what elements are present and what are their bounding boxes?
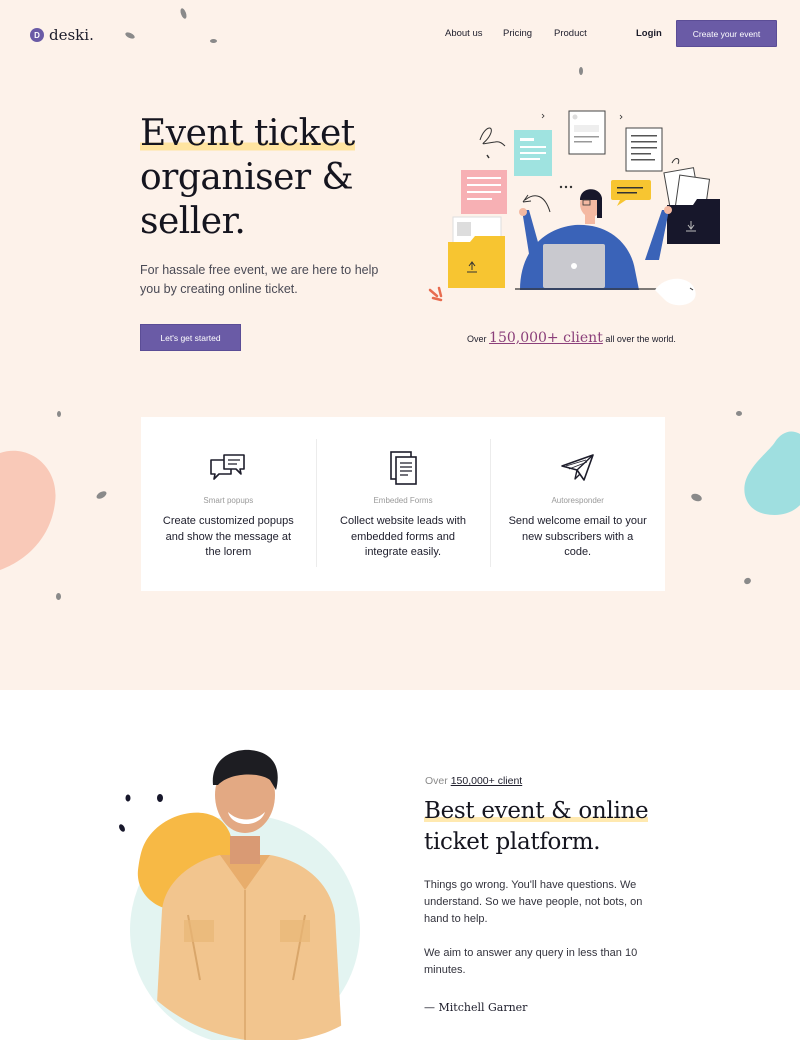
- client-count: 150,000+ client: [489, 330, 603, 346]
- feature-label: Smart popups: [203, 496, 254, 505]
- decor-speck: [579, 67, 583, 75]
- feature-label: Autoresponder: [551, 496, 604, 505]
- logo-mark-icon: D: [30, 28, 44, 42]
- decor-speck: [210, 39, 217, 43]
- documents-icon: [316, 450, 491, 486]
- get-started-button[interactable]: Let's get started: [140, 324, 241, 351]
- paper-plane-icon: [490, 450, 665, 486]
- nav-link-about-label[interactable]: About us: [445, 28, 483, 39]
- nav-link-product[interactable]: Product: [554, 28, 587, 39]
- decor-blob-teal: [744, 431, 800, 515]
- over-client-line: Over 150,000+ client: [425, 775, 522, 787]
- chat-bubbles-icon: [141, 450, 316, 486]
- testimonial-title-line1: Best event & online: [424, 798, 649, 824]
- decor-speck: [56, 593, 61, 600]
- hero-wave-edge: [0, 630, 800, 672]
- client-count-line: Over 150,000+ client all over the world.: [467, 330, 676, 346]
- login-button[interactable]: Login: [636, 28, 662, 39]
- feature-description: Collect website leads with embedded form…: [340, 515, 466, 558]
- hero-title: Event ticket organiser & seller.: [140, 112, 420, 244]
- feature-embeded-forms: Embeded Forms Collect website leads with…: [315, 417, 491, 591]
- hero-title-line2: organiser &: [140, 157, 354, 198]
- feature-autoresponder: Autoresponder Send welcome email to your…: [490, 417, 665, 591]
- testimonial-title-line2: ticket platform.: [424, 829, 601, 855]
- hero-title-line1: Event ticket: [140, 113, 355, 154]
- feature-smart-popups: Smart popups Create customized popups an…: [141, 417, 316, 591]
- logo-text: deski.: [49, 26, 94, 44]
- feature-description: Send welcome email to your new subscribe…: [508, 515, 647, 558]
- nav-link-pricing[interactable]: Pricing: [503, 28, 532, 39]
- create-event-button[interactable]: Create your event: [676, 20, 777, 47]
- testimonial-title: Best event & online ticket platform.: [424, 796, 684, 858]
- nav-link-product-label[interactable]: Product: [554, 28, 587, 39]
- feature-description: Create customized popups and show the me…: [162, 515, 294, 558]
- over-client-count-link[interactable]: 150,000+ client: [451, 775, 523, 787]
- over-prefix: Over: [425, 775, 448, 787]
- hero-illustration: [428, 110, 720, 306]
- testimonial-paragraph-1: Things go wrong. You'll have questions. …: [424, 879, 643, 925]
- decor-blob-pink: [0, 450, 56, 570]
- decor-speck: [57, 411, 61, 417]
- testimonial-photo: [119, 749, 360, 1040]
- features-card: Smart popups Create customized popups an…: [141, 417, 665, 591]
- client-suffix: all over the world.: [605, 334, 676, 344]
- decor-speck: [736, 411, 742, 416]
- feature-label: Embeded Forms: [373, 496, 433, 505]
- client-prefix: Over: [467, 334, 487, 344]
- logo[interactable]: D deski.: [30, 26, 94, 44]
- hero-subtitle: For hassale free event, we are here to h…: [140, 263, 379, 296]
- testimonial-paragraph-2: We aim to answer any query in less than …: [424, 947, 638, 976]
- nav-link-pricing-label[interactable]: Pricing: [503, 28, 532, 39]
- hero-title-line3: seller.: [140, 201, 246, 242]
- testimonial-signature: — Mitchell Garner: [424, 1001, 528, 1014]
- nav-link-about[interactable]: About us: [445, 28, 483, 39]
